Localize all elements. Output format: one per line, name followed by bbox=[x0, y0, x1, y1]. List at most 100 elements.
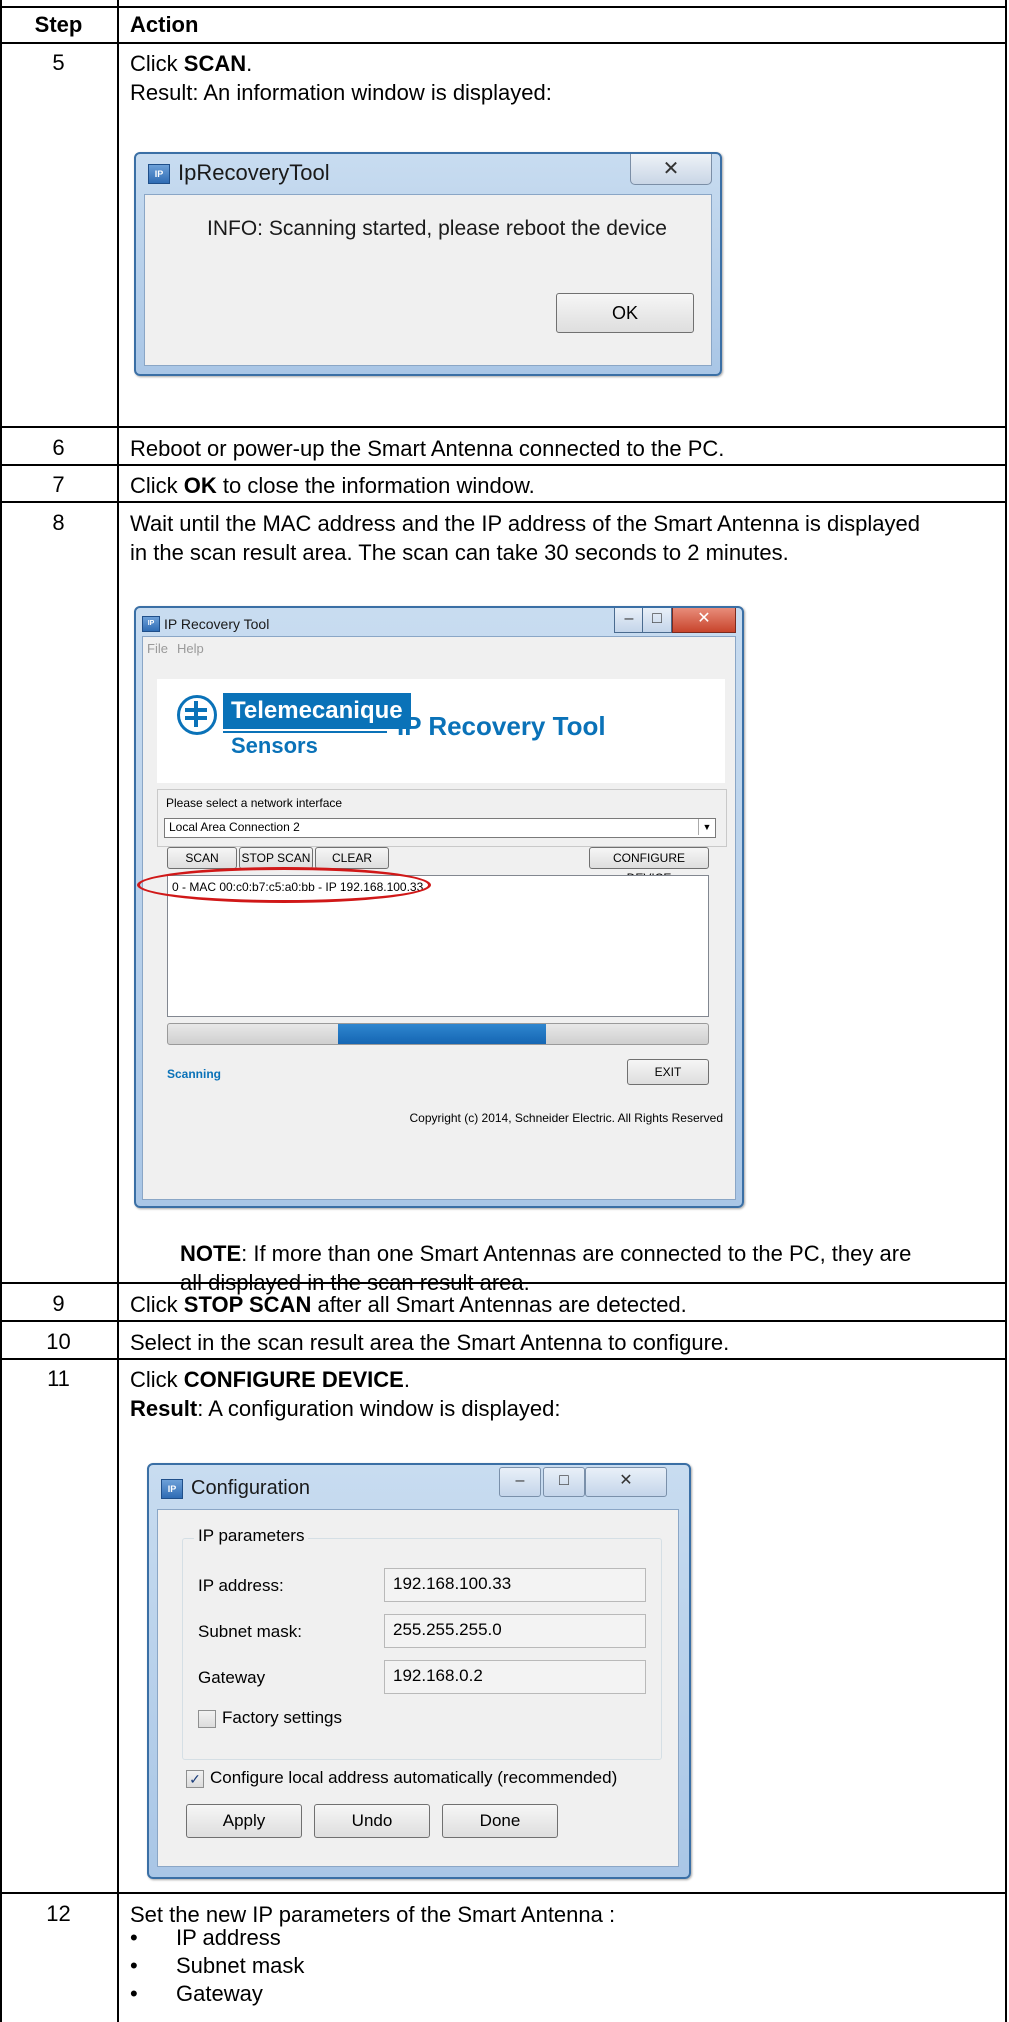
text: Click bbox=[130, 51, 184, 76]
step-number: 5 bbox=[52, 50, 65, 75]
table-border bbox=[0, 1358, 1006, 1360]
step-10-text: Select in the scan result area the Smart… bbox=[130, 1330, 730, 1355]
step-number: 7 bbox=[52, 472, 65, 497]
app-title: IP Recovery Tool bbox=[397, 711, 606, 741]
title-bar[interactable]: IP Configuration – □ ✕ bbox=[149, 1465, 689, 1507]
brand-divider bbox=[223, 731, 387, 733]
exit-button[interactable]: EXIT bbox=[627, 1059, 709, 1085]
app-icon: IP bbox=[148, 164, 170, 184]
dropdown-arrow-icon[interactable]: ▼ bbox=[698, 819, 715, 835]
brand-name: Telemecanique bbox=[223, 693, 411, 729]
list-item: Subnet mask bbox=[176, 1953, 305, 1978]
bullet-icon: • bbox=[130, 1981, 138, 2006]
apply-button[interactable]: Apply bbox=[186, 1804, 302, 1838]
brand-logo-icon bbox=[177, 695, 217, 735]
close-icon[interactable]: ✕ bbox=[585, 1467, 667, 1497]
auto-configure-label: Configure local address automatically (r… bbox=[210, 1768, 618, 1787]
procedure-table: Step Action 5 Click SCAN. Result: An inf… bbox=[0, 0, 1009, 2022]
app-icon: IP bbox=[161, 1479, 183, 1499]
table-border bbox=[0, 6, 1006, 8]
menu-help[interactable]: Help bbox=[177, 641, 204, 656]
maximize-icon[interactable]: □ bbox=[642, 608, 672, 633]
progress-fill bbox=[338, 1024, 546, 1044]
copyright-text: Copyright (c) 2014, Schneider Electric. … bbox=[409, 1111, 723, 1125]
text: in the scan result area. The scan can ta… bbox=[130, 540, 789, 565]
step-number: 8 bbox=[52, 510, 65, 535]
close-icon[interactable]: ✕ bbox=[630, 154, 712, 185]
auto-configure-checkbox[interactable]: ✓ bbox=[186, 1770, 204, 1788]
note-text: NOTE: If more than one Smart Antennas ar… bbox=[180, 1239, 980, 1297]
interface-group: Please select a network interface Local … bbox=[157, 789, 727, 847]
clear-button[interactable]: CLEAR bbox=[315, 847, 389, 869]
dialog-title: IpRecoveryTool bbox=[178, 160, 330, 185]
undo-button[interactable]: Undo bbox=[314, 1804, 430, 1838]
menu-file[interactable]: File bbox=[147, 641, 168, 656]
table-border bbox=[0, 0, 2, 2022]
table-border bbox=[0, 1892, 1006, 1894]
bold-keyword: SCAN bbox=[183, 51, 247, 76]
text: Click bbox=[130, 1367, 184, 1392]
factory-settings-checkbox[interactable] bbox=[198, 1710, 216, 1728]
bullet-icon: • bbox=[130, 1953, 138, 1978]
title-bar[interactable]: IP IP Recovery Tool – □ ✕ bbox=[136, 608, 742, 636]
scan-progress-bar bbox=[167, 1023, 709, 1045]
title-bar[interactable]: IP IpRecoveryTool ✕ bbox=[136, 154, 720, 190]
table-border bbox=[0, 464, 1006, 466]
bold-keyword: STOP SCAN bbox=[183, 1292, 312, 1317]
table-border bbox=[0, 501, 1006, 503]
step-9-text: Click STOP SCAN after all Smart Antennas… bbox=[130, 1290, 1000, 1319]
window-title: IP Recovery Tool bbox=[164, 616, 270, 632]
info-message: INFO: Scanning started, please reboot th… bbox=[207, 217, 667, 240]
bold-keyword: CONFIGURE DEVICE bbox=[183, 1367, 404, 1392]
app-icon: IP bbox=[142, 616, 160, 632]
dialog-body: INFO: Scanning started, please reboot th… bbox=[144, 194, 712, 366]
interface-select[interactable]: Local Area Connection 2 ▼ bbox=[164, 818, 716, 838]
table-border bbox=[0, 1320, 1006, 1322]
status-text: Scanning bbox=[167, 1067, 222, 1081]
subnet-mask-label: Subnet mask: bbox=[198, 1622, 302, 1641]
text: to close the information window. bbox=[216, 473, 535, 498]
close-icon[interactable]: ✕ bbox=[672, 608, 736, 633]
ip-address-label: IP address: bbox=[198, 1576, 284, 1595]
text: Click bbox=[130, 1292, 184, 1317]
stop-scan-button[interactable]: STOP SCAN bbox=[239, 847, 313, 869]
ip-address-field[interactable]: 192.168.100.33 bbox=[384, 1568, 646, 1602]
gateway-label: Gateway bbox=[198, 1668, 266, 1687]
step-number: 10 bbox=[46, 1329, 71, 1354]
header-step: Step bbox=[34, 12, 83, 37]
bullet-icon: • bbox=[130, 1925, 138, 1950]
step-number: 11 bbox=[47, 1366, 70, 1391]
window-title: Configuration bbox=[191, 1477, 310, 1499]
table-border bbox=[0, 426, 1006, 428]
scan-button[interactable]: SCAN bbox=[167, 847, 237, 869]
minimize-icon[interactable]: – bbox=[614, 608, 644, 633]
window-body: IP parameters IP address: 192.168.100.33… bbox=[157, 1509, 679, 1867]
ok-button[interactable]: OK bbox=[556, 293, 694, 333]
subnet-mask-field[interactable]: 255.255.255.0 bbox=[384, 1614, 646, 1648]
step-8-text: Wait until the MAC address and the IP ad… bbox=[130, 509, 1000, 567]
step-6-text: Reboot or power-up the Smart Antenna con… bbox=[130, 436, 725, 461]
step-number: 12 bbox=[46, 1901, 71, 1926]
text: after all Smart Antennas are detected. bbox=[311, 1292, 687, 1317]
interface-value: Local Area Connection 2 bbox=[169, 820, 300, 834]
configure-device-button[interactable]: CONFIGURE DEVICE bbox=[589, 847, 709, 885]
interface-label: Please select a network interface bbox=[166, 796, 343, 810]
step-11-text: Click CONFIGURE DEVICE. Result: A config… bbox=[130, 1365, 1000, 1423]
text: . bbox=[246, 51, 253, 76]
note-label: NOTE bbox=[180, 1241, 242, 1266]
maximize-icon[interactable]: □ bbox=[543, 1467, 585, 1497]
brand-banner: Telemecanique Sensors IP Recovery Tool bbox=[157, 679, 725, 783]
step-number: 6 bbox=[52, 435, 65, 460]
result-label: Result bbox=[130, 1396, 198, 1421]
group-label: IP parameters bbox=[194, 1526, 309, 1546]
ip-recovery-tool-window: IP IP Recovery Tool – □ ✕ File Help Tele… bbox=[134, 606, 744, 1208]
table-border bbox=[117, 0, 119, 2022]
text: . bbox=[403, 1367, 410, 1392]
done-button[interactable]: Done bbox=[442, 1804, 558, 1838]
list-item: IP address bbox=[176, 1925, 281, 1950]
gateway-field[interactable]: 192.168.0.2 bbox=[384, 1660, 646, 1694]
result-text: Result: An information window is display… bbox=[130, 80, 552, 105]
text: : If more than one Smart Antennas are co… bbox=[241, 1241, 912, 1266]
minimize-icon[interactable]: – bbox=[499, 1467, 541, 1497]
factory-settings-label: Factory settings bbox=[222, 1708, 342, 1727]
